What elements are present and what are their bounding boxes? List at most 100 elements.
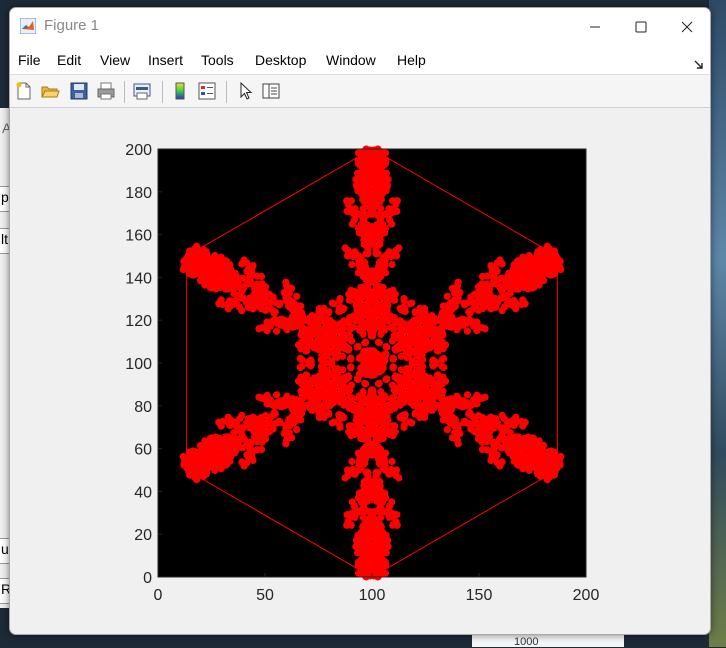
data-point bbox=[540, 266, 549, 274]
data-point bbox=[451, 416, 459, 425]
data-point bbox=[360, 460, 368, 468]
data-point bbox=[360, 258, 368, 266]
colorbar-icon[interactable] bbox=[170, 81, 190, 101]
data-point bbox=[374, 555, 382, 563]
x-tick-label: 50 bbox=[256, 587, 274, 604]
data-point bbox=[490, 301, 499, 309]
data-point bbox=[367, 517, 375, 525]
menu-file[interactable]: File bbox=[18, 52, 41, 68]
data-point bbox=[403, 323, 411, 331]
menu-window[interactable]: Window bbox=[326, 52, 376, 68]
data-point bbox=[416, 346, 425, 355]
data-point bbox=[400, 421, 408, 430]
print-preview-icon[interactable] bbox=[132, 81, 152, 101]
title-bar[interactable]: Figure 1 bbox=[10, 8, 710, 46]
data-point bbox=[307, 356, 315, 364]
data-point bbox=[344, 246, 352, 254]
y-tick-label: 120 bbox=[125, 313, 152, 330]
data-point bbox=[379, 283, 387, 292]
data-point bbox=[401, 307, 409, 315]
data-point bbox=[371, 288, 379, 296]
chart[interactable]: 0 50 100 150 200 0 20 40 60 80 100 120 140 160 180 200 bbox=[10, 108, 710, 634]
data-point bbox=[459, 315, 468, 324]
data-point bbox=[242, 459, 251, 467]
data-point bbox=[403, 353, 411, 362]
data-point bbox=[535, 462, 543, 470]
data-point bbox=[322, 337, 330, 346]
data-point bbox=[372, 475, 380, 484]
data-point bbox=[380, 326, 389, 334]
maximize-button[interactable] bbox=[618, 8, 664, 46]
data-point bbox=[344, 200, 352, 208]
data-point bbox=[389, 355, 397, 363]
x-tick-label: 100 bbox=[359, 587, 386, 604]
y-tick-label: 180 bbox=[125, 185, 152, 202]
data-point bbox=[416, 371, 425, 380]
data-point bbox=[335, 411, 343, 419]
menu-tools[interactable]: Tools bbox=[201, 52, 234, 68]
new-figure-icon[interactable] bbox=[14, 81, 34, 101]
data-point bbox=[333, 323, 341, 331]
data-point bbox=[453, 436, 462, 445]
minimize-button[interactable] bbox=[572, 8, 618, 46]
menu-edit[interactable]: Edit bbox=[57, 52, 81, 68]
data-point bbox=[376, 460, 384, 468]
dock-arrow-icon[interactable] bbox=[694, 60, 704, 70]
data-point bbox=[285, 416, 293, 425]
data-point bbox=[517, 417, 526, 426]
x-tick-label: 150 bbox=[466, 587, 493, 604]
data-point bbox=[276, 315, 285, 324]
data-point bbox=[453, 281, 462, 290]
data-point bbox=[479, 295, 487, 304]
data-point bbox=[391, 296, 399, 304]
data-point bbox=[500, 415, 509, 423]
data-point bbox=[364, 446, 372, 454]
data-point bbox=[467, 421, 475, 429]
data-point bbox=[463, 391, 471, 399]
data-point bbox=[493, 451, 501, 459]
data-point bbox=[372, 242, 380, 251]
menu-desktop[interactable]: Desktop bbox=[255, 52, 306, 68]
data-point bbox=[371, 439, 380, 447]
data-point bbox=[505, 280, 514, 288]
legend-icon[interactable] bbox=[197, 81, 217, 101]
menu-view[interactable]: View bbox=[100, 52, 130, 68]
figure-window: Figure 1 File Edit View Insert Tools Des… bbox=[9, 7, 711, 635]
desktop-wallpaper-right bbox=[709, 0, 726, 647]
pointer-icon[interactable] bbox=[236, 81, 256, 101]
data-point bbox=[410, 330, 418, 338]
data-point bbox=[273, 327, 281, 335]
property-editor-icon[interactable] bbox=[261, 81, 281, 101]
data-point bbox=[333, 353, 341, 362]
data-point bbox=[308, 311, 316, 320]
data-point bbox=[242, 259, 251, 267]
menu-help[interactable]: Help bbox=[397, 52, 426, 68]
print-icon[interactable] bbox=[96, 81, 116, 101]
data-point bbox=[186, 247, 194, 255]
menu-insert[interactable]: Insert bbox=[148, 52, 183, 68]
data-point bbox=[396, 413, 404, 422]
data-point bbox=[414, 380, 422, 389]
save-icon[interactable] bbox=[69, 81, 89, 101]
data-point bbox=[403, 364, 411, 373]
data-point bbox=[285, 301, 293, 310]
data-point bbox=[330, 300, 338, 308]
data-point bbox=[513, 460, 521, 468]
data-point bbox=[377, 399, 385, 407]
y-tick-label: 140 bbox=[125, 270, 152, 287]
data-point bbox=[308, 321, 316, 329]
data-point bbox=[463, 327, 471, 335]
data-point bbox=[230, 438, 239, 446]
data-point bbox=[445, 319, 453, 327]
data-point bbox=[273, 391, 281, 399]
data-point bbox=[421, 335, 429, 343]
close-button[interactable] bbox=[664, 8, 710, 46]
data-point bbox=[269, 297, 277, 305]
data-point bbox=[282, 436, 291, 445]
data-point bbox=[180, 460, 188, 469]
data-point bbox=[375, 339, 383, 347]
window-title: Figure 1 bbox=[44, 17, 100, 34]
open-folder-icon[interactable] bbox=[40, 81, 60, 101]
data-point bbox=[380, 356, 389, 365]
data-point bbox=[398, 387, 407, 395]
